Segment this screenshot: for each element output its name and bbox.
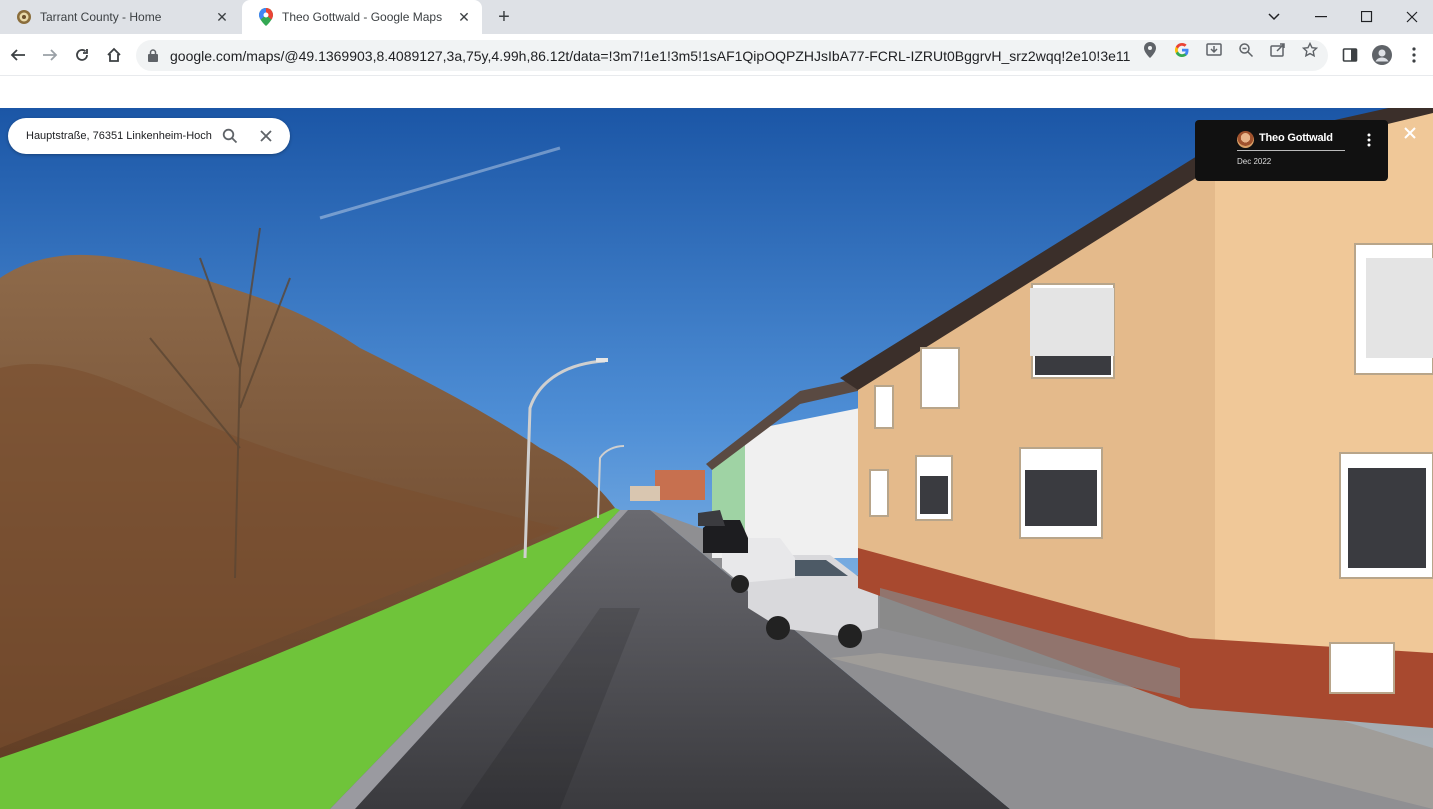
share-icon[interactable]	[1269, 41, 1287, 59]
new-tab-icon[interactable]: +	[494, 7, 514, 27]
lock-icon[interactable]	[148, 49, 162, 62]
reload-icon[interactable]	[69, 42, 95, 68]
street-view-panorama[interactable]	[0, 108, 1433, 809]
profile-avatar-icon[interactable]	[1372, 45, 1392, 65]
install-app-icon[interactable]	[1205, 41, 1223, 59]
home-icon[interactable]	[101, 42, 127, 68]
maps-top-strip	[0, 77, 1433, 108]
close-tab-icon[interactable]: ✕	[456, 9, 472, 25]
zoom-icon[interactable]	[1237, 41, 1255, 59]
location-pin-icon[interactable]	[1141, 41, 1159, 59]
contributor-avatar[interactable]	[1237, 131, 1254, 148]
menu-dots-icon[interactable]	[1404, 45, 1424, 65]
name-underline	[1237, 150, 1345, 151]
google-lens-icon[interactable]	[1173, 41, 1191, 59]
maps-pin-icon	[258, 8, 274, 26]
minimize-icon[interactable]	[1298, 0, 1344, 34]
contributor-name[interactable]: Theo Gottwald	[1259, 132, 1333, 144]
url-text[interactable]: google.com/maps/@49.1369903,8.4089127,3a…	[170, 48, 1130, 64]
tab-title: Tarrant County - Home	[40, 10, 162, 24]
close-street-view-icon[interactable]	[1401, 124, 1419, 142]
maps-search-box[interactable]: Hauptstraße, 76351 Linkenheim-Hochstette…	[8, 118, 290, 154]
browser-toolbar: google.com/maps/@49.1369903,8.4089127,3a…	[0, 34, 1433, 76]
page-content	[0, 77, 1433, 809]
back-arrow-icon[interactable]	[5, 42, 31, 68]
tab-strip: Tarrant County - Home ✕ Theo Gottwald - …	[0, 0, 1433, 34]
capture-date: Dec 2022	[1237, 157, 1272, 166]
side-panel-icon[interactable]	[1340, 45, 1360, 65]
tab-tarrant-county[interactable]: Tarrant County - Home ✕	[0, 0, 240, 34]
county-seal-icon	[16, 9, 32, 25]
maximize-icon[interactable]	[1344, 0, 1390, 34]
tab-search-chevron-icon[interactable]	[1251, 0, 1297, 34]
search-input[interactable]: Hauptstraße, 76351 Linkenheim-Hochstette…	[26, 130, 212, 142]
close-tab-icon[interactable]: ✕	[214, 9, 230, 25]
tab-title: Theo Gottwald - Google Maps	[282, 10, 443, 24]
search-icon[interactable]	[220, 126, 240, 146]
clear-search-icon[interactable]	[256, 126, 276, 146]
forward-arrow-icon[interactable]	[37, 42, 63, 68]
tab-google-maps[interactable]: Theo Gottwald - Google Maps ✕	[242, 0, 482, 34]
more-options-icon[interactable]	[1363, 131, 1375, 149]
bookmark-star-icon[interactable]	[1301, 41, 1319, 59]
close-window-icon[interactable]	[1389, 0, 1433, 34]
contributor-card: Theo Gottwald Dec 2022	[1195, 120, 1388, 181]
